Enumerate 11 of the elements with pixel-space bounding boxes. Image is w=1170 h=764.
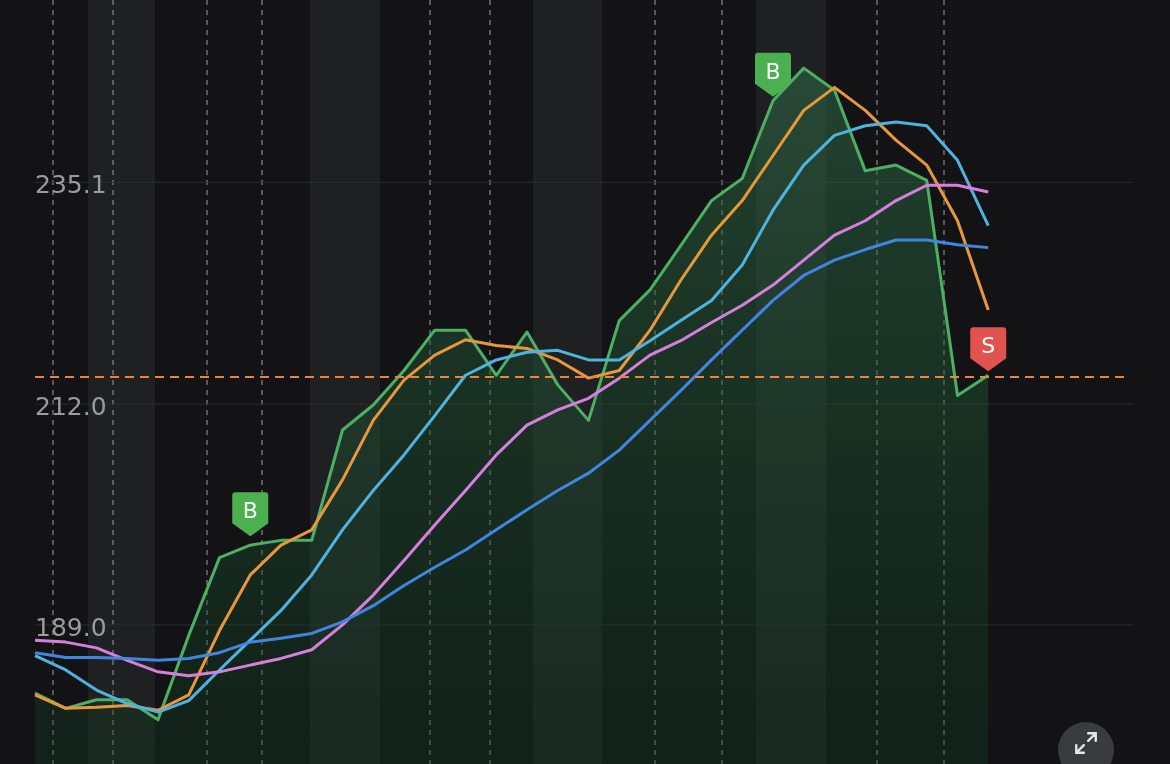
expand-icon bbox=[1073, 730, 1099, 756]
y-tick-label: 235.1 bbox=[35, 170, 107, 200]
y-tick-label: 189.0 bbox=[35, 612, 107, 642]
buy-marker: B bbox=[755, 52, 791, 97]
y-tick-label: 212.0 bbox=[35, 392, 107, 422]
sell-marker: S bbox=[970, 327, 1007, 372]
annotation: B bbox=[765, 58, 781, 84]
annotation: S bbox=[981, 333, 996, 359]
expand-button[interactable] bbox=[1058, 722, 1114, 764]
buy-marker: B bbox=[232, 492, 269, 537]
annotation: B bbox=[242, 498, 258, 524]
